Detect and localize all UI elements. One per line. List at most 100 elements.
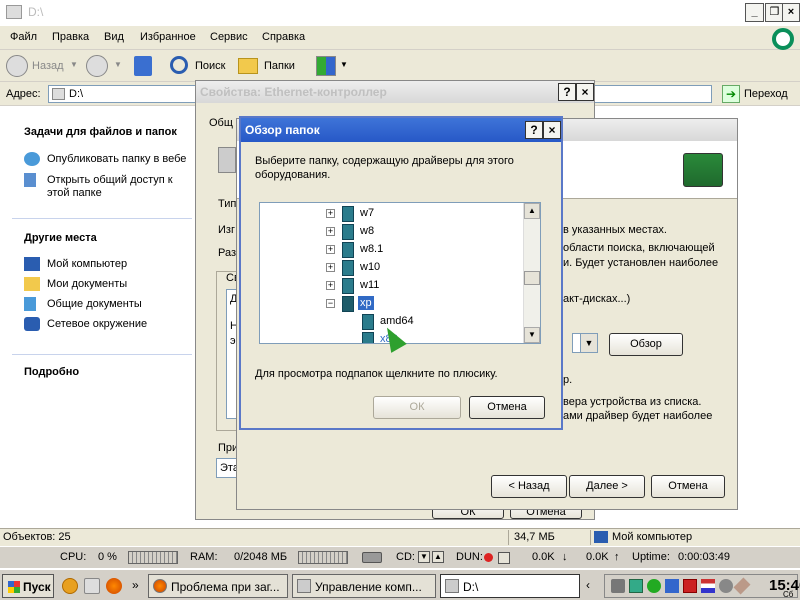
my-documents-icon bbox=[24, 277, 40, 291]
go-button-label[interactable]: Переход bbox=[744, 88, 788, 100]
tree-node-label-selected[interactable]: xp bbox=[358, 296, 374, 310]
folder-icon bbox=[362, 332, 374, 343]
scroll-thumb[interactable] bbox=[524, 271, 540, 285]
wizard-text-3: и. Будет установлен наиболее bbox=[563, 257, 719, 269]
folders-icon[interactable] bbox=[238, 58, 258, 74]
total-size: 34,7 МБ bbox=[514, 531, 555, 543]
folder-icon bbox=[342, 224, 354, 240]
forward-arrow-icon[interactable] bbox=[86, 55, 108, 77]
folder-tree[interactable]: + w7 + w8 + w8.1 + w10 + w11 − xp amd64 … bbox=[259, 202, 541, 344]
location-combo[interactable]: ▼ bbox=[572, 333, 598, 353]
go-arrow-icon[interactable]: ➔ bbox=[722, 85, 740, 103]
quicklaunch-app-icon[interactable] bbox=[62, 578, 78, 594]
wizard-text-7: ами драйвер будет наиболее bbox=[563, 410, 713, 422]
taskbar-item-label: Проблема при заг... bbox=[171, 580, 280, 594]
divider bbox=[590, 530, 591, 545]
menu-help[interactable]: Справка bbox=[262, 31, 305, 43]
wizard-back-button[interactable]: < Назад bbox=[491, 475, 567, 498]
wizard-next-button[interactable]: Далее > bbox=[569, 475, 645, 498]
place-my-computer[interactable]: Мой компьютер bbox=[47, 258, 197, 271]
windows-flag-icon bbox=[8, 581, 20, 593]
tray-app-icon[interactable] bbox=[665, 579, 679, 593]
taskbar-item-management[interactable]: Управление комп... bbox=[292, 574, 436, 598]
general-tab[interactable]: Общ bbox=[209, 117, 233, 129]
menu-file[interactable]: Файл bbox=[10, 31, 37, 43]
other-places-header[interactable]: Другие места bbox=[24, 232, 97, 244]
expand-icon[interactable]: + bbox=[326, 245, 335, 254]
tree-node-label[interactable]: w11 bbox=[360, 279, 379, 291]
views-dropdown-icon[interactable]: ▼ bbox=[340, 60, 348, 69]
expand-icon[interactable]: + bbox=[326, 227, 335, 236]
properties-help-button[interactable]: ? bbox=[558, 83, 576, 101]
ram-label: RAM: bbox=[190, 551, 218, 563]
expand-icon[interactable]: + bbox=[326, 209, 335, 218]
task-publish-web[interactable]: Опубликовать папку в вебе bbox=[47, 153, 197, 166]
details-header[interactable]: Подробно bbox=[24, 366, 79, 378]
menu-bar: Файл Правка Вид Избранное Сервис Справка bbox=[0, 26, 800, 50]
chevron-down-icon[interactable]: ▼ bbox=[580, 334, 597, 352]
up-folder-icon[interactable] bbox=[134, 56, 152, 76]
tree-node-label[interactable]: w10 bbox=[360, 261, 380, 273]
forward-dropdown-icon[interactable]: ▼ bbox=[114, 60, 122, 69]
menu-tools[interactable]: Сервис bbox=[210, 31, 248, 43]
publish-web-icon bbox=[24, 152, 40, 166]
wizard-cancel-button[interactable]: Отмена bbox=[651, 475, 725, 498]
tray-alert-icon[interactable] bbox=[683, 579, 697, 593]
tree-node-label[interactable]: amd64 bbox=[380, 315, 414, 327]
menu-favorites[interactable]: Избранное bbox=[140, 31, 196, 43]
browse-button[interactable]: Обзор bbox=[609, 333, 683, 356]
folder-icon bbox=[342, 206, 354, 222]
language-flag-icon[interactable] bbox=[701, 579, 715, 593]
toolbar: Назад ▼ ▼ Поиск Папки ▼ bbox=[0, 50, 800, 82]
search-icon[interactable] bbox=[170, 56, 188, 74]
collapse-icon[interactable]: − bbox=[326, 299, 335, 308]
browse-cancel-button[interactable]: Отмена bbox=[469, 396, 545, 419]
menu-edit[interactable]: Правка bbox=[52, 31, 89, 43]
wizard-text-6: вера устройства из списка. bbox=[563, 396, 702, 408]
start-button[interactable]: Пуск bbox=[2, 574, 54, 598]
quicklaunch-more-icon[interactable]: » bbox=[132, 578, 139, 592]
firefox-icon[interactable] bbox=[106, 578, 122, 594]
security-icon[interactable] bbox=[647, 579, 661, 593]
tree-node-label[interactable]: w8 bbox=[360, 225, 374, 237]
tree-node-label[interactable]: w7 bbox=[360, 207, 374, 219]
minimize-button[interactable]: _ bbox=[745, 3, 764, 22]
scroll-up-icon[interactable]: ▲ bbox=[524, 203, 540, 219]
back-dropdown-icon[interactable]: ▼ bbox=[70, 60, 78, 69]
tree-scrollbar[interactable]: ▲ ▼ bbox=[523, 203, 540, 343]
window-title: D:\ bbox=[28, 5, 44, 19]
scroll-down-icon[interactable]: ▼ bbox=[524, 327, 540, 343]
taskbar-item-problem[interactable]: Проблема при заг... bbox=[148, 574, 288, 598]
browse-close-button[interactable]: × bbox=[543, 121, 561, 139]
cd-close-icon[interactable]: ▲ bbox=[432, 551, 444, 563]
browse-ok-button[interactable]: ОК bbox=[373, 396, 461, 419]
folder-icon bbox=[342, 278, 354, 294]
volume-icon[interactable] bbox=[611, 579, 625, 593]
menu-view[interactable]: Вид bbox=[104, 31, 124, 43]
place-my-documents[interactable]: Мои документы bbox=[47, 278, 197, 291]
network-tray-icon[interactable] bbox=[629, 579, 643, 593]
share-folder-icon bbox=[24, 173, 36, 187]
quicklaunch-browser-icon[interactable] bbox=[84, 578, 100, 594]
back-button-label[interactable]: Назад bbox=[32, 60, 64, 72]
tray-expand-icon[interactable]: ‹ bbox=[586, 578, 590, 592]
place-shared-documents[interactable]: Общие документы bbox=[47, 298, 197, 311]
tray-monitor-icon[interactable] bbox=[719, 579, 733, 593]
folders-button-label[interactable]: Папки bbox=[264, 60, 295, 72]
tree-node-label[interactable]: w8.1 bbox=[360, 243, 383, 255]
expand-icon[interactable]: + bbox=[326, 281, 335, 290]
close-button[interactable]: × bbox=[782, 3, 800, 22]
views-icon[interactable] bbox=[316, 56, 336, 76]
tray-tool-icon[interactable] bbox=[733, 577, 751, 595]
place-network[interactable]: Сетевое окружение bbox=[47, 318, 197, 331]
back-arrow-icon[interactable] bbox=[6, 55, 28, 77]
dun-button[interactable] bbox=[498, 552, 510, 564]
properties-close-button[interactable]: × bbox=[576, 83, 594, 101]
task-share-folder[interactable]: Открыть общий доступ к этой папке bbox=[47, 174, 193, 200]
search-button-label[interactable]: Поиск bbox=[195, 60, 225, 72]
expand-icon[interactable]: + bbox=[326, 263, 335, 272]
cd-eject-icon[interactable]: ▼ bbox=[418, 551, 430, 563]
browse-help-button[interactable]: ? bbox=[525, 121, 543, 139]
tasks-header[interactable]: Задачи для файлов и папок bbox=[24, 126, 177, 138]
taskbar-item-explorer[interactable]: D:\ bbox=[440, 574, 580, 598]
